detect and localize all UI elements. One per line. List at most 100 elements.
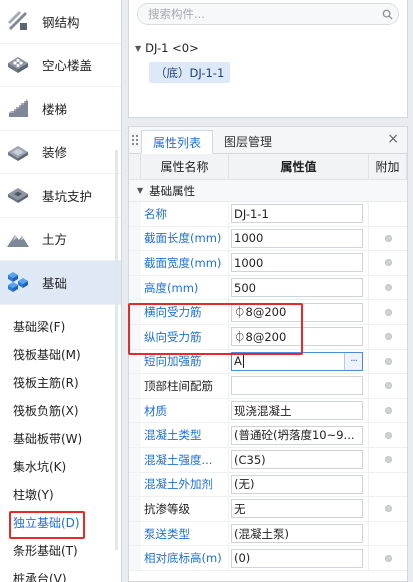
extra-cell[interactable] <box>369 546 407 570</box>
extra-cell[interactable] <box>369 251 407 275</box>
extra-cell[interactable] <box>369 325 407 349</box>
property-group[interactable]: ▼ 基础属性 <box>129 180 407 202</box>
tab-layers[interactable]: 图层管理 <box>213 129 283 153</box>
property-value-cell[interactable]: 1000 <box>229 226 369 251</box>
extra-checkbox-icon[interactable] <box>384 234 392 242</box>
property-row[interactable]: 截面宽度(mm) 1000 <box>129 251 407 276</box>
search-icon[interactable] <box>376 9 398 20</box>
property-value-cell[interactable]: 现浇混凝土 <box>229 398 369 423</box>
property-value-cell[interactable]: DJ-1-1 <box>229 202 369 226</box>
category-earthwork[interactable]: 土方 <box>0 218 121 261</box>
subitem-strip-foundation[interactable]: 条形基础(T) <box>0 537 121 565</box>
property-row[interactable]: 相对底标高(m) (0) <box>129 546 407 571</box>
property-value-input[interactable]: 500 <box>231 278 363 298</box>
property-row[interactable]: 混凝土强度... (C35) <box>129 447 407 473</box>
property-value-input[interactable]: ⏀8@200 <box>231 302 363 322</box>
search-input[interactable]: 搜索构件... <box>148 6 376 22</box>
property-value-input[interactable]: (C35) <box>231 450 363 470</box>
tab-properties[interactable]: 属性列表 <box>141 130 214 154</box>
property-row[interactable]: 名称 DJ-1-1 <box>129 202 407 227</box>
extra-checkbox-icon[interactable] <box>384 357 392 365</box>
drag-handle-icon[interactable] <box>129 127 141 153</box>
extra-checkbox-icon[interactable] <box>384 505 392 513</box>
subitem-raft-main-rebar[interactable]: 筏板主筋(R) <box>0 369 121 397</box>
property-row[interactable]: 顶部柱间配筋 <box>129 374 407 399</box>
property-value-cell[interactable]: (无) <box>229 472 369 497</box>
property-value-cell[interactable]: ⏀8@200 <box>229 324 369 349</box>
extra-cell[interactable] <box>369 448 407 472</box>
subitem-raft-foundation[interactable]: 筏板基础(M) <box>0 341 121 369</box>
property-row[interactable]: 混凝土外加剂 (无) <box>129 472 407 498</box>
property-value-cell[interactable]: (混凝土泵) <box>229 521 369 546</box>
property-value-input[interactable]: DJ-1-1 <box>231 204 363 224</box>
property-value-input[interactable]: 1000 <box>231 228 363 248</box>
extra-cell[interactable] <box>369 350 407 374</box>
category-foundation[interactable]: 基础 <box>0 261 121 305</box>
property-row[interactable]: 泵送类型 (混凝土泵) <box>129 521 407 547</box>
extra-cell[interactable] <box>369 227 407 251</box>
category-hollow-floor[interactable]: 空心楼盖 <box>0 44 121 87</box>
extra-checkbox-icon[interactable] <box>384 284 392 292</box>
subitem-sump-pit[interactable]: 集水坑(K) <box>0 453 121 481</box>
extra-checkbox-icon[interactable] <box>384 333 392 341</box>
category-stairs[interactable]: 楼梯 <box>0 87 121 131</box>
property-row[interactable]: 抗渗等级无 <box>129 497 407 522</box>
property-value-cell[interactable]: 1000 <box>229 251 369 275</box>
property-value-input[interactable]: 现浇混凝土 <box>231 401 363 421</box>
extra-cell[interactable] <box>369 300 407 324</box>
extra-checkbox-icon[interactable] <box>384 259 392 267</box>
property-value-input[interactable]: 1000 <box>231 253 363 273</box>
subitem-column-pier[interactable]: 柱墩(Y) <box>0 481 121 509</box>
property-value-cell[interactable]: (普通砼(坍落度10~9... <box>229 423 369 447</box>
subitem-foundation-beam[interactable]: 基础梁(F) <box>0 313 121 341</box>
property-row[interactable]: 材质 现浇混凝土 <box>129 398 407 424</box>
extra-checkbox-icon[interactable] <box>384 456 392 464</box>
property-value-cell[interactable]: (0) <box>229 546 369 570</box>
ellipsis-icon[interactable]: ··· <box>344 352 362 370</box>
category-pit-support[interactable]: 基坑支护 <box>0 174 121 218</box>
category-steel-structure[interactable]: 钢结构 <box>0 0 121 44</box>
extra-checkbox-icon[interactable] <box>384 554 392 562</box>
property-value-input[interactable]: (无) <box>231 474 363 494</box>
property-value-input[interactable]: (混凝土泵) <box>231 524 363 544</box>
extra-cell[interactable] <box>369 522 407 546</box>
close-icon[interactable]: × <box>387 131 399 147</box>
property-row[interactable]: 纵向受力筋 ⏀8@200 <box>129 324 407 350</box>
extra-checkbox-icon[interactable] <box>384 407 392 415</box>
component-search[interactable]: 搜索构件... <box>137 3 399 25</box>
property-row[interactable]: 短向加强筋 A ··· <box>129 349 407 375</box>
caret-down-icon[interactable]: ▼ <box>135 44 141 53</box>
property-value-cell[interactable]: 500 <box>229 275 369 300</box>
property-value-cell[interactable]: (C35) <box>229 447 369 472</box>
subitem-pile-cap[interactable]: 桩承台(V) <box>0 565 121 582</box>
subitem-raft-negative-rebar[interactable]: 筏板负筋(X) <box>0 397 121 425</box>
property-row[interactable]: 高度(mm) 500 <box>129 275 407 301</box>
property-value-cell[interactable]: A ··· <box>229 349 369 374</box>
property-value-input[interactable]: (0) <box>231 548 363 568</box>
property-value-cell[interactable]: ⏀8@200 <box>229 300 369 324</box>
extra-cell[interactable] <box>369 473 407 497</box>
category-decoration[interactable]: 装修 <box>0 131 121 174</box>
subitem-isolated-foundation[interactable]: 独立基础(D) <box>0 509 121 539</box>
extra-cell[interactable] <box>369 399 407 423</box>
extra-cell[interactable] <box>369 276 407 300</box>
property-row[interactable]: 横向受力筋 ⏀8@200 <box>129 300 407 325</box>
property-value-input[interactable]: ⏀8@200 <box>231 327 363 347</box>
tree-node-selected[interactable]: （底）DJ-1-1 <box>149 62 231 83</box>
subitem-foundation-strip[interactable]: 基础板带(W) <box>0 425 121 453</box>
property-value-input[interactable]: 无 <box>231 499 363 519</box>
property-row[interactable]: 混凝土类型 (普通砼(坍落度10~9... <box>129 423 407 448</box>
extra-checkbox-icon[interactable] <box>384 431 392 439</box>
property-value-cell[interactable] <box>229 374 369 398</box>
sidebar-scrollbar[interactable] <box>115 150 118 550</box>
property-value-input[interactable]: (普通砼(坍落度10~9... <box>231 425 363 445</box>
extra-checkbox-icon[interactable] <box>384 382 392 390</box>
tree-node-root[interactable]: ▼ DJ-1 <0> <box>135 41 199 55</box>
property-value-input[interactable] <box>231 376 363 396</box>
extra-cell[interactable] <box>369 497 407 521</box>
extra-cell[interactable] <box>369 202 407 226</box>
extra-checkbox-icon[interactable] <box>384 308 392 316</box>
property-value-cell[interactable]: 无 <box>229 497 369 521</box>
property-row[interactable]: 截面长度(mm) 1000 <box>129 226 407 252</box>
extra-cell[interactable] <box>369 423 407 447</box>
